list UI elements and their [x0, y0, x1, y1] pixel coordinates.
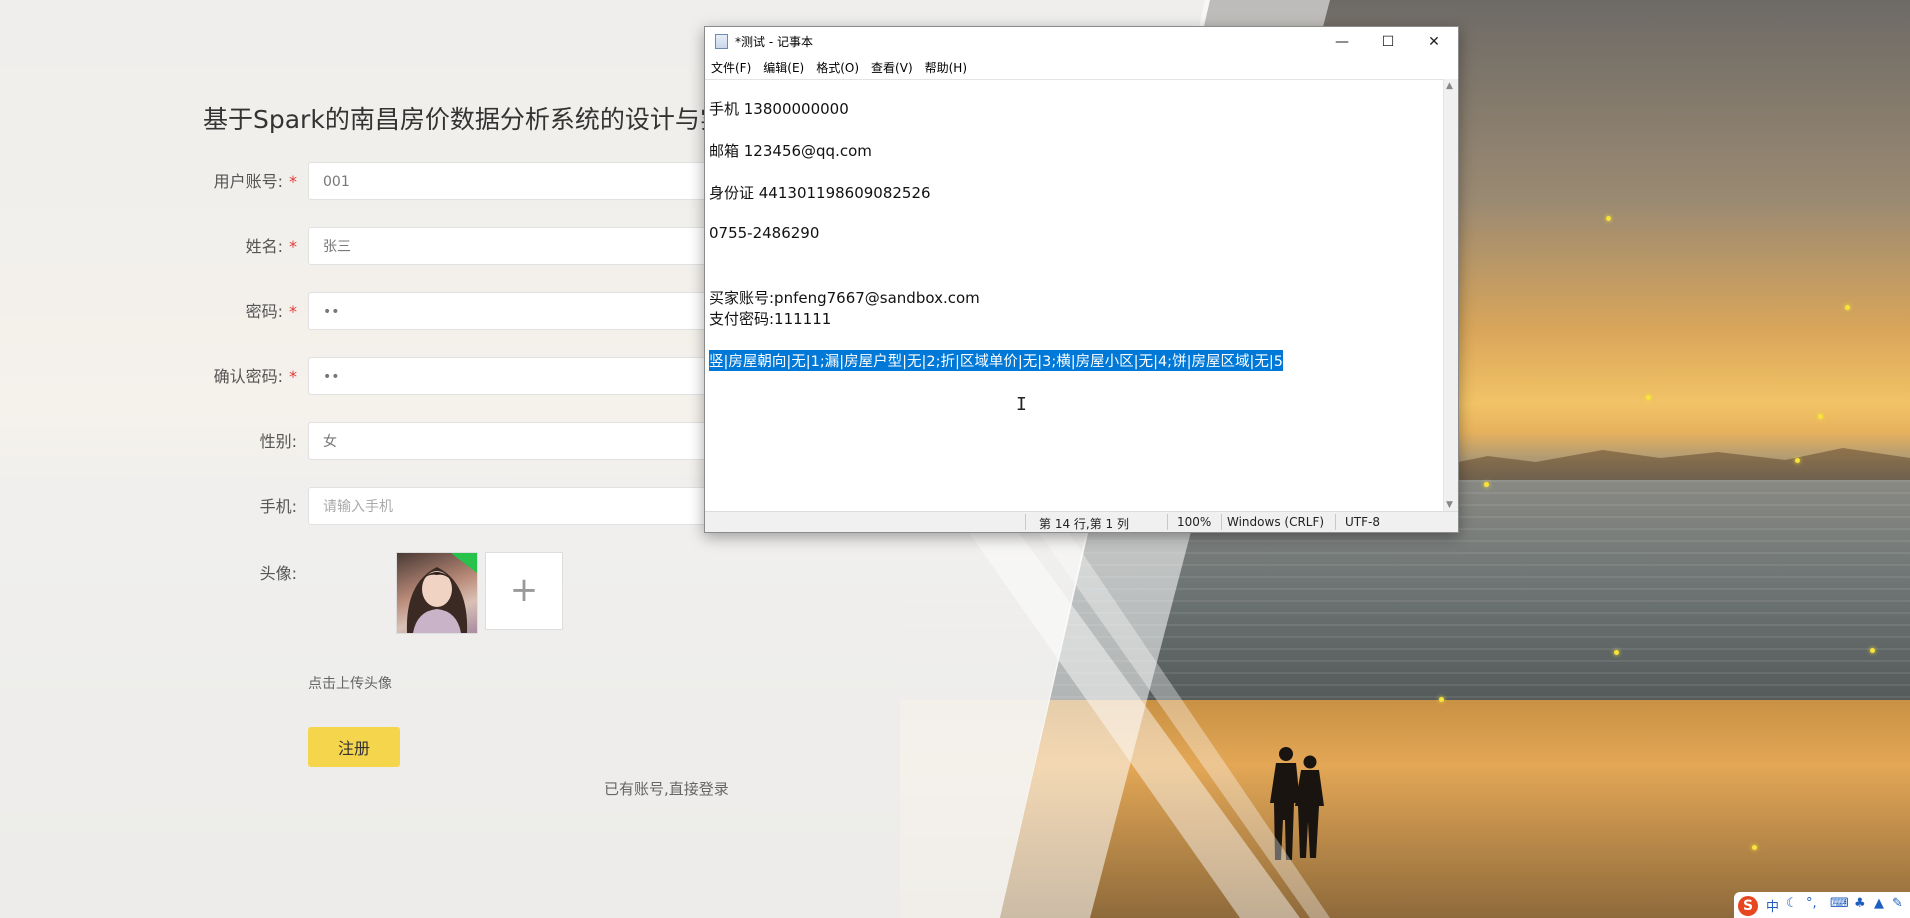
field-label-text: 手机: — [259, 497, 297, 516]
required-mark: * — [289, 367, 297, 386]
phone-input[interactable]: 请输入手机 — [308, 487, 748, 525]
text-line: 手机 13800000000 — [709, 100, 849, 118]
field-label: 密码: * — [0, 292, 297, 332]
upload-hint[interactable]: 点击上传头像 — [308, 673, 392, 693]
ime-toolbar: S 中 ☾ °, ⌨ ♣ ▲ ✎ — [1734, 892, 1910, 918]
status-divider — [1335, 514, 1336, 530]
sparkle — [1845, 305, 1850, 310]
sparkle — [1870, 648, 1875, 653]
required-mark: * — [289, 302, 297, 321]
gender-select[interactable]: 女 — [308, 422, 748, 460]
status-divider — [1221, 514, 1222, 530]
status-divider — [1167, 514, 1168, 530]
required-mark: * — [289, 237, 297, 256]
name-input[interactable]: 张三 — [308, 227, 748, 265]
field-label-text: 性别: — [259, 432, 297, 451]
avatar-portrait — [406, 567, 468, 633]
text-line: 邮箱 123456@qq.com — [709, 142, 872, 160]
notepad-menubar: 文件(F) 编辑(E) 格式(O) 查看(V) 帮助(H) — [705, 57, 1458, 79]
sparkle — [1614, 650, 1619, 655]
password-input[interactable]: •• — [308, 292, 748, 330]
sparkle — [1646, 395, 1651, 400]
encoding: UTF-8 — [1345, 515, 1380, 529]
field-label-text: 用户账号: — [213, 172, 283, 191]
sparkle — [1439, 697, 1444, 702]
notepad-titlebar[interactable]: *测试 - 记事本 — ☐ ✕ — [705, 27, 1458, 57]
close-button[interactable]: ✕ — [1411, 27, 1457, 57]
scroll-down-icon[interactable]: ▼ — [1446, 500, 1453, 510]
sparkle — [1752, 845, 1757, 850]
punctuation-icon[interactable]: °, — [1806, 896, 1817, 911]
page-title: 基于Spark的南昌房价数据分析系统的设计与实现 — [203, 105, 750, 134]
moon-icon[interactable]: ☾ — [1786, 896, 1798, 911]
upload-avatar-button[interactable]: + — [485, 552, 563, 630]
sparkle — [1795, 458, 1800, 463]
maximize-button[interactable]: ☐ — [1365, 27, 1411, 57]
required-mark: * — [289, 172, 297, 191]
notepad-text-area[interactable]: 手机 13800000000 邮箱 123456@qq.com 身份证 4413… — [705, 79, 1444, 512]
field-label: 性别: — [0, 422, 297, 462]
sparkle — [1818, 414, 1823, 419]
notepad-statusbar: 第 14 行,第 1 列 100% Windows (CRLF) UTF-8 — [705, 511, 1458, 532]
text-line: 0755-2486290 — [709, 224, 820, 242]
menu-edit[interactable]: 编辑(E) — [757, 57, 810, 79]
skin-icon[interactable]: ♣ — [1854, 896, 1866, 911]
menu-file[interactable]: 文件(F) — [705, 57, 757, 79]
notepad-title: *测试 - 记事本 — [735, 35, 813, 49]
field-label: 用户账号: * — [0, 162, 297, 202]
field-label: 姓名: * — [0, 227, 297, 267]
confirm-password-input[interactable]: •• — [308, 357, 748, 395]
register-button[interactable]: 注册 — [308, 727, 400, 767]
keyboard-icon[interactable]: ⌨ — [1830, 896, 1849, 911]
notepad-window[interactable]: *测试 - 记事本 — ☐ ✕ 文件(F) 编辑(E) 格式(O) 查看(V) 帮助(H… — [704, 26, 1459, 533]
vertical-scrollbar[interactable]: ▲ ▼ — [1443, 79, 1458, 512]
text-cursor-icon: I — [1016, 394, 1027, 415]
line-ending: Windows (CRLF) — [1227, 515, 1325, 529]
ime-mode-chinese[interactable]: 中 — [1766, 896, 1779, 915]
account-input[interactable]: 001 — [308, 162, 748, 200]
status-divider — [1025, 514, 1026, 530]
text-line: 支付密码:111111 — [709, 310, 832, 328]
menu-help[interactable]: 帮助(H) — [919, 57, 973, 79]
avatar[interactable] — [396, 552, 478, 634]
zoom-level: 100% — [1177, 515, 1212, 529]
field-label-text: 密码: — [245, 302, 283, 321]
scroll-up-icon[interactable]: ▲ — [1446, 81, 1453, 91]
field-label-text: 姓名: — [245, 237, 283, 256]
login-link[interactable]: 已有账号,直接登录 — [604, 778, 729, 799]
field-label: 手机: — [0, 487, 297, 527]
minimize-button[interactable]: — — [1319, 27, 1365, 57]
cursor-position: 第 14 行,第 1 列 — [1039, 517, 1129, 531]
sparkle — [1484, 482, 1489, 487]
text-line: 身份证 441301198609082526 — [709, 184, 931, 202]
shirt-icon[interactable]: ▲ — [1874, 896, 1884, 911]
avatar-label: 头像: — [259, 564, 297, 583]
field-label: 确认密码: * — [0, 357, 297, 397]
field-label-text: 确认密码: — [213, 367, 283, 386]
sogou-logo-icon[interactable]: S — [1738, 896, 1758, 916]
notepad-icon — [715, 34, 728, 49]
menu-view[interactable]: 查看(V) — [865, 57, 919, 79]
menu-format[interactable]: 格式(O) — [810, 57, 865, 79]
selected-text-line: 竖|房屋朝向|无|1;漏|房屋户型|无|2;折|区域单价|无|3;横|房屋小区|… — [709, 350, 1283, 371]
text-line: 买家账号:pnfeng7667@sandbox.com — [709, 289, 980, 307]
tools-icon[interactable]: ✎ — [1892, 896, 1903, 911]
sparkle — [1606, 216, 1611, 221]
